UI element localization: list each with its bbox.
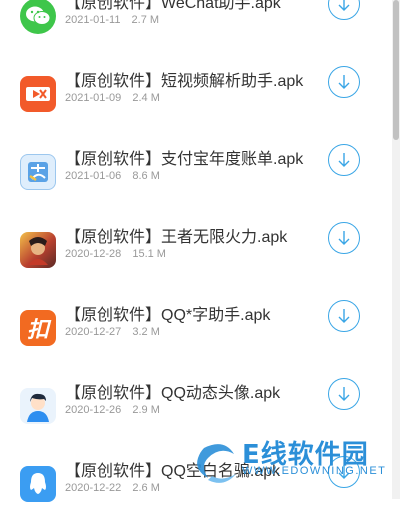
file-name[interactable]: 【原创软件】QQ*字助手.apk bbox=[65, 301, 270, 325]
file-name[interactable]: 【原创软件】王者无限火力.apk bbox=[65, 223, 287, 247]
list-item: 【原创软件】王者无限火力.apk 2020-12-28 15.1 M bbox=[0, 216, 392, 294]
file-date: 2020-12-28 bbox=[65, 248, 122, 260]
list-item: 扣 【原创软件】QQ*字助手.apk 2020-12-27 3.2 M bbox=[0, 294, 392, 372]
wechat-icon bbox=[20, 0, 56, 34]
file-name[interactable]: 【原创软件】QQ动态头像.apk bbox=[65, 379, 280, 403]
watermark-logo-icon bbox=[197, 444, 236, 483]
download-icon bbox=[338, 0, 350, 11]
file-size: 3.2 M bbox=[132, 326, 160, 338]
scrollbar-thumb[interactable] bbox=[393, 0, 399, 140]
file-size: 2.6 M bbox=[132, 482, 160, 494]
file-date: 2021-01-09 bbox=[65, 92, 122, 104]
file-meta: 2021-01-11 2.7 M bbox=[65, 14, 159, 26]
download-icon bbox=[338, 75, 350, 89]
qq-text-icon: 扣 bbox=[20, 310, 56, 346]
qq-blank-name-icon bbox=[20, 466, 56, 502]
file-meta: 2020-12-26 2.9 M bbox=[65, 404, 160, 416]
vertical-scrollbar[interactable] bbox=[392, 0, 400, 499]
file-meta: 2020-12-22 2.6 M bbox=[65, 482, 160, 494]
file-meta: 2020-12-28 15.1 M bbox=[65, 248, 166, 260]
download-button[interactable] bbox=[328, 378, 360, 410]
download-button[interactable] bbox=[328, 222, 360, 254]
download-button[interactable] bbox=[328, 0, 360, 20]
file-size: 15.1 M bbox=[132, 248, 166, 260]
download-button[interactable] bbox=[328, 300, 360, 332]
game-icon bbox=[20, 232, 56, 268]
file-date: 2021-01-11 bbox=[65, 14, 121, 26]
file-name[interactable]: 【原创软件】WeChat助手.apk bbox=[65, 0, 281, 13]
file-meta: 2021-01-06 8.6 M bbox=[65, 170, 160, 182]
download-icon bbox=[338, 231, 350, 245]
file-size: 2.9 M bbox=[132, 404, 160, 416]
download-icon bbox=[338, 153, 350, 167]
file-size: 2.7 M bbox=[131, 14, 160, 26]
video-parse-icon bbox=[20, 76, 56, 112]
download-button[interactable] bbox=[328, 144, 360, 176]
download-icon bbox=[338, 309, 350, 323]
qq-text-glyph: 扣 bbox=[26, 318, 49, 343]
file-meta: 2020-12-27 3.2 M bbox=[65, 326, 160, 338]
list-item: 【原创软件】WeChat助手.apk 2021-01-11 2.7 M bbox=[0, 0, 392, 60]
alipay-bill-icon bbox=[20, 154, 56, 190]
file-name[interactable]: 【原创软件】支付宝年度账单.apk bbox=[65, 145, 303, 169]
file-size: 8.6 M bbox=[132, 170, 160, 182]
avatar-icon bbox=[20, 388, 56, 424]
file-date: 2020-12-27 bbox=[65, 326, 122, 338]
list-item: 【原创软件】短视频解析助手.apk 2021-01-09 2.4 M bbox=[0, 60, 392, 138]
download-icon bbox=[338, 387, 350, 401]
file-size: 2.4 M bbox=[132, 92, 160, 104]
file-name[interactable]: 【原创软件】短视频解析助手.apk bbox=[65, 67, 303, 91]
file-meta: 2021-01-09 2.4 M bbox=[65, 92, 160, 104]
file-date: 2021-01-06 bbox=[65, 170, 122, 182]
file-date: 2020-12-26 bbox=[65, 404, 122, 416]
download-button[interactable] bbox=[328, 66, 360, 98]
site-watermark: E线软件园 WWW.EDOWNING.NET bbox=[190, 432, 390, 492]
file-date: 2020-12-22 bbox=[65, 482, 122, 494]
list-item: 【原创软件】支付宝年度账单.apk 2021-01-06 8.6 M bbox=[0, 138, 392, 216]
watermark-subtitle: WWW.EDOWNING.NET bbox=[242, 465, 387, 477]
